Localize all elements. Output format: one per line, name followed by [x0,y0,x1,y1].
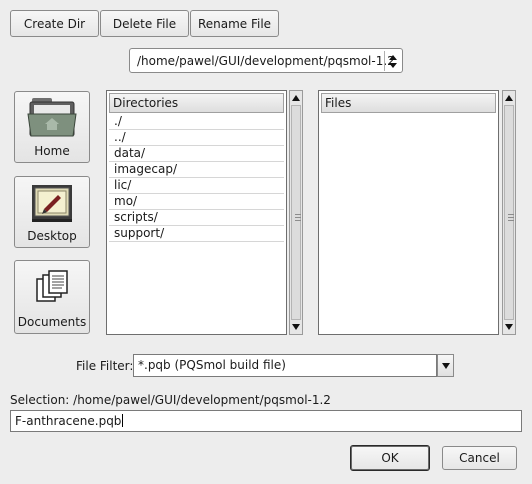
place-desktop-label: Desktop [27,229,77,243]
scroll-up-icon[interactable] [505,95,513,101]
ok-label: OK [381,451,399,465]
selection-value: F-anthracene.pqb [15,414,122,428]
path-combo-value: /home/pawel/GUI/development/pqsmol-1.2 [137,54,395,68]
ok-button[interactable]: OK [350,445,430,471]
file-filter-select[interactable]: *.pqb (PQSmol build file) [133,354,437,377]
directory-item[interactable]: support/ [109,226,284,242]
directories-header[interactable]: Directories [109,93,284,113]
chevron-down-icon [442,363,450,369]
create-dir-label: Create Dir [23,16,86,31]
files-scroll-thumb[interactable] [504,105,514,320]
documents-icon [36,270,68,302]
directory-item[interactable]: scripts/ [109,210,284,226]
home-folder-icon [27,98,77,137]
scroll-down-icon[interactable] [292,324,300,330]
cancel-label: Cancel [459,451,500,465]
directories-scroll-thumb[interactable] [291,105,301,320]
rename-file-label: Rename File [197,16,272,31]
place-documents-button[interactable]: Documents [14,260,90,334]
place-documents-label: Documents [17,315,87,329]
place-home-button[interactable]: Home [14,91,90,163]
directory-item[interactable]: lic/ [109,178,284,194]
place-desktop-button[interactable]: Desktop [14,176,90,248]
path-combo[interactable]: /home/pawel/GUI/development/pqsmol-1.2 [129,48,403,73]
file-filter-dropdown-button[interactable] [437,354,454,377]
cancel-button[interactable]: Cancel [442,446,517,470]
selection-input[interactable]: F-anthracene.pqb [10,410,522,432]
desktop-icon [32,185,72,222]
path-combo-spinner-icon[interactable] [384,51,401,71]
delete-file-label: Delete File [112,16,177,31]
place-home-label: Home [34,144,70,158]
file-filter-value: *.pqb (PQSmol build file) [138,358,286,372]
files-header[interactable]: Files [321,93,496,113]
directory-item[interactable]: data/ [109,146,284,162]
files-scrollbar[interactable] [502,90,516,335]
files-list[interactable]: Files [318,90,499,335]
directories-scrollbar[interactable] [289,90,303,335]
create-dir-button[interactable]: Create Dir [10,10,99,37]
text-caret [122,414,124,427]
selection-path-label: Selection: /home/pawel/GUI/development/p… [10,393,331,407]
directories-list[interactable]: Directories ./ ../ data/ imagecap/ lic/ … [106,90,287,335]
file-filter-label: File Filter: [76,359,134,373]
rename-file-button[interactable]: Rename File [190,10,279,37]
scroll-up-icon[interactable] [292,95,300,101]
directory-item[interactable]: ./ [109,114,284,130]
directory-item[interactable]: ../ [109,130,284,146]
directory-item[interactable]: mo/ [109,194,284,210]
selection-value-wrap: F-anthracene.pqb [15,414,124,428]
scroll-down-icon[interactable] [505,324,513,330]
directory-item[interactable]: imagecap/ [109,162,284,178]
delete-file-button[interactable]: Delete File [100,10,189,37]
